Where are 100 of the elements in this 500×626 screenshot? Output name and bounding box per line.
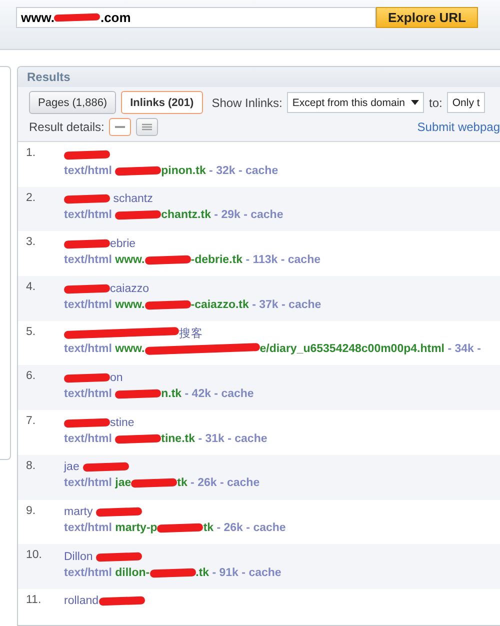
inlinks-dropdown[interactable]: Except from this domain	[287, 92, 424, 113]
file-size: - 113k -	[244, 254, 286, 266]
result-number: 1.	[26, 147, 37, 161]
file-size: - 34k -	[446, 343, 482, 356]
redaction-mark	[115, 210, 162, 220]
redaction-mark	[115, 166, 162, 176]
redaction-mark	[96, 507, 142, 517]
file-size: - 32k -	[208, 164, 244, 176]
list-icon	[140, 123, 154, 131]
redaction-mark	[144, 300, 191, 310]
cache-link[interactable]: cache	[253, 522, 286, 534]
redaction-mark	[64, 194, 110, 204]
redaction-mark	[64, 284, 110, 294]
result-url: chantz.tk	[161, 209, 211, 222]
tab[interactable]: Pages (1,886)	[29, 91, 116, 114]
result-url: www.	[115, 298, 145, 311]
result-title: Dillon	[64, 550, 94, 563]
result-url: tk	[177, 477, 188, 490]
redaction-mark	[157, 523, 204, 533]
cache-link[interactable]: cache	[288, 298, 322, 311]
result-title: stine	[110, 416, 134, 429]
file-size: - 31k -	[197, 432, 232, 445]
tab[interactable]: Inlinks (201)	[121, 91, 203, 114]
cache-link[interactable]: cache	[234, 432, 268, 445]
result-number: 7.	[26, 415, 37, 430]
redaction-mark	[115, 389, 162, 399]
result-title: schantz	[112, 193, 153, 206]
result-number: 4.	[26, 281, 37, 296]
file-size: - 37k -	[251, 298, 286, 311]
result-number: 11.	[26, 594, 42, 608]
result-number: 6.	[26, 370, 37, 384]
file-size: - 91k -	[211, 566, 246, 579]
dropdown-value: Except from this domain	[292, 96, 406, 108]
show-inlinks-label: Show Inlinks:	[212, 96, 282, 110]
cache-link[interactable]: cache	[227, 477, 260, 490]
mime-type: text/html	[64, 209, 113, 222]
url-text: www.	[21, 10, 54, 25]
result-number: 10.	[26, 549, 43, 564]
result-title: rolland	[64, 595, 99, 608]
mime-type: text/html	[64, 343, 113, 356]
mime-type: text/html	[64, 164, 113, 176]
file-size: - 26k -	[216, 522, 251, 534]
mime-type: text/html	[64, 388, 113, 400]
result-url: -debrie.tk	[190, 254, 242, 266]
target-dropdown[interactable]: Only t	[447, 92, 485, 113]
url-field[interactable]: www. .com	[16, 7, 376, 28]
result-url: e/diary_u65354248c00m00p4.html	[260, 343, 444, 356]
result-url: www.	[115, 343, 145, 356]
redaction-mark	[82, 462, 129, 472]
result-title: marty	[64, 506, 94, 518]
file-size: - 29k -	[213, 209, 248, 222]
result-url: www.	[115, 254, 145, 266]
redaction-mark	[54, 13, 101, 22]
result-details-label: Result details:	[29, 120, 104, 134]
redaction-mark	[144, 255, 191, 265]
redaction-mark	[98, 596, 145, 606]
result-url: marty-p	[115, 522, 158, 534]
cache-link[interactable]: cache	[221, 388, 254, 400]
result-url: tk	[203, 522, 214, 534]
result-title: caiazzo	[110, 282, 149, 295]
file-size: - 42k -	[184, 388, 220, 400]
result-url: tine.tk	[161, 432, 195, 445]
result-number: 8.	[26, 460, 37, 474]
redaction-mark	[115, 434, 162, 444]
url-text: .com	[100, 10, 131, 25]
result-number: 3.	[26, 236, 37, 250]
redaction-mark	[96, 552, 142, 562]
file-size: - 26k -	[190, 477, 225, 490]
cache-link[interactable]: cache	[288, 254, 320, 266]
compact-view-button[interactable]	[109, 118, 132, 136]
result-url: dillon-	[115, 566, 150, 579]
result-url: pinon.tk	[161, 164, 206, 176]
cache-link[interactable]: cache	[248, 566, 282, 579]
mime-type: text/html	[64, 522, 113, 534]
line-icon	[113, 123, 128, 131]
to-label: to:	[429, 96, 442, 110]
cache-link[interactable]: cache	[245, 164, 278, 176]
redaction-mark	[64, 373, 110, 383]
result-title: jae	[64, 461, 80, 474]
result-number: 5.	[26, 326, 37, 340]
redaction-mark	[131, 478, 178, 488]
mime-type: text/html	[64, 477, 113, 490]
mime-type: text/html	[64, 298, 113, 311]
redaction-mark	[150, 568, 196, 578]
result-url: .tk	[196, 566, 210, 579]
submit-webpage-link[interactable]: Submit webpag	[417, 120, 500, 134]
explore-url-button[interactable]: Explore URL	[376, 7, 478, 28]
mime-type: text/html	[64, 432, 113, 445]
redaction-mark	[64, 239, 110, 249]
result-url: jae	[115, 477, 132, 490]
redaction-mark	[64, 418, 110, 428]
result-title: on	[110, 372, 123, 384]
result-number: 2.	[26, 192, 37, 206]
mime-type: text/html	[64, 566, 113, 579]
redaction-mark	[64, 150, 110, 160]
mime-type: text/html	[64, 254, 113, 266]
cache-link[interactable]: cache	[250, 209, 284, 222]
result-title: 搜客	[179, 326, 203, 341]
detailed-view-button[interactable]	[136, 118, 158, 136]
results-heading: Results	[18, 67, 500, 87]
